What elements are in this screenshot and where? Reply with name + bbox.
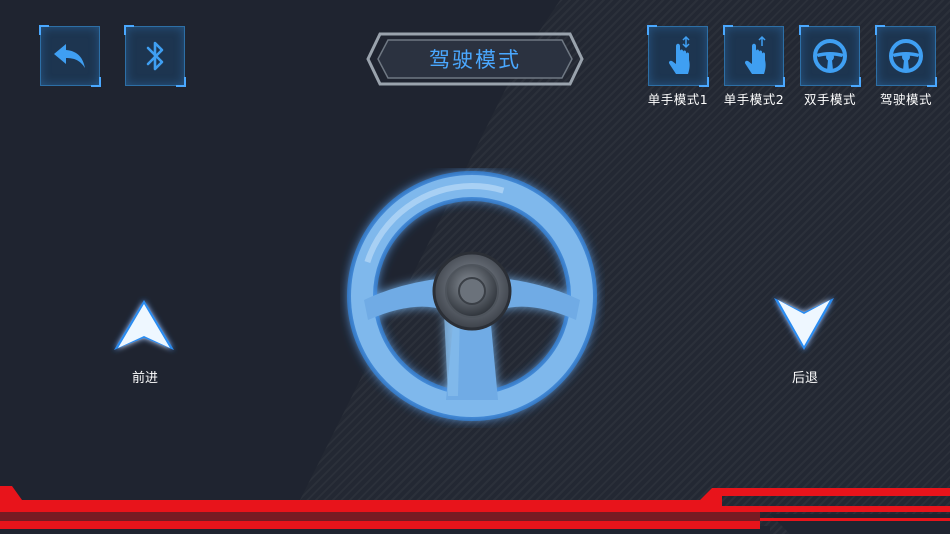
steering-wheel-icon bbox=[889, 39, 923, 73]
back-arrow-icon bbox=[54, 44, 85, 68]
forward-label: 前进 bbox=[131, 371, 158, 386]
forward-button[interactable] bbox=[110, 296, 178, 356]
backward-arrow-icon bbox=[774, 298, 834, 350]
hand-swipe-icon bbox=[668, 35, 690, 74]
bluetooth-button[interactable] bbox=[124, 25, 186, 87]
forward-arrow-icon bbox=[114, 300, 174, 350]
bottom-decor-bar bbox=[0, 486, 950, 534]
page-title: 驾驶模式 bbox=[429, 48, 521, 72]
steering-wheel-icon bbox=[813, 39, 847, 73]
hand-swipe-icon bbox=[744, 35, 766, 74]
backward-button[interactable] bbox=[770, 294, 838, 354]
mode-button-single-hand-1[interactable] bbox=[647, 25, 709, 87]
bluetooth-icon bbox=[146, 41, 164, 71]
mode-label-single-hand-1: 单手模式1 bbox=[647, 92, 709, 107]
steering-wheel-control[interactable] bbox=[340, 168, 605, 428]
mode-label-single-hand-2: 单手模式2 bbox=[723, 92, 785, 107]
mode-label-two-hand: 双手模式 bbox=[803, 92, 856, 107]
backward-label: 后退 bbox=[791, 371, 818, 386]
mode-label-driving: 驾驶模式 bbox=[879, 92, 932, 107]
mode-button-single-hand-2[interactable] bbox=[723, 25, 785, 87]
mode-button-driving[interactable] bbox=[875, 25, 937, 87]
back-button[interactable] bbox=[39, 25, 101, 87]
mode-title-banner: 驾驶模式 bbox=[366, 32, 584, 86]
mode-button-two-hand[interactable] bbox=[799, 25, 861, 87]
